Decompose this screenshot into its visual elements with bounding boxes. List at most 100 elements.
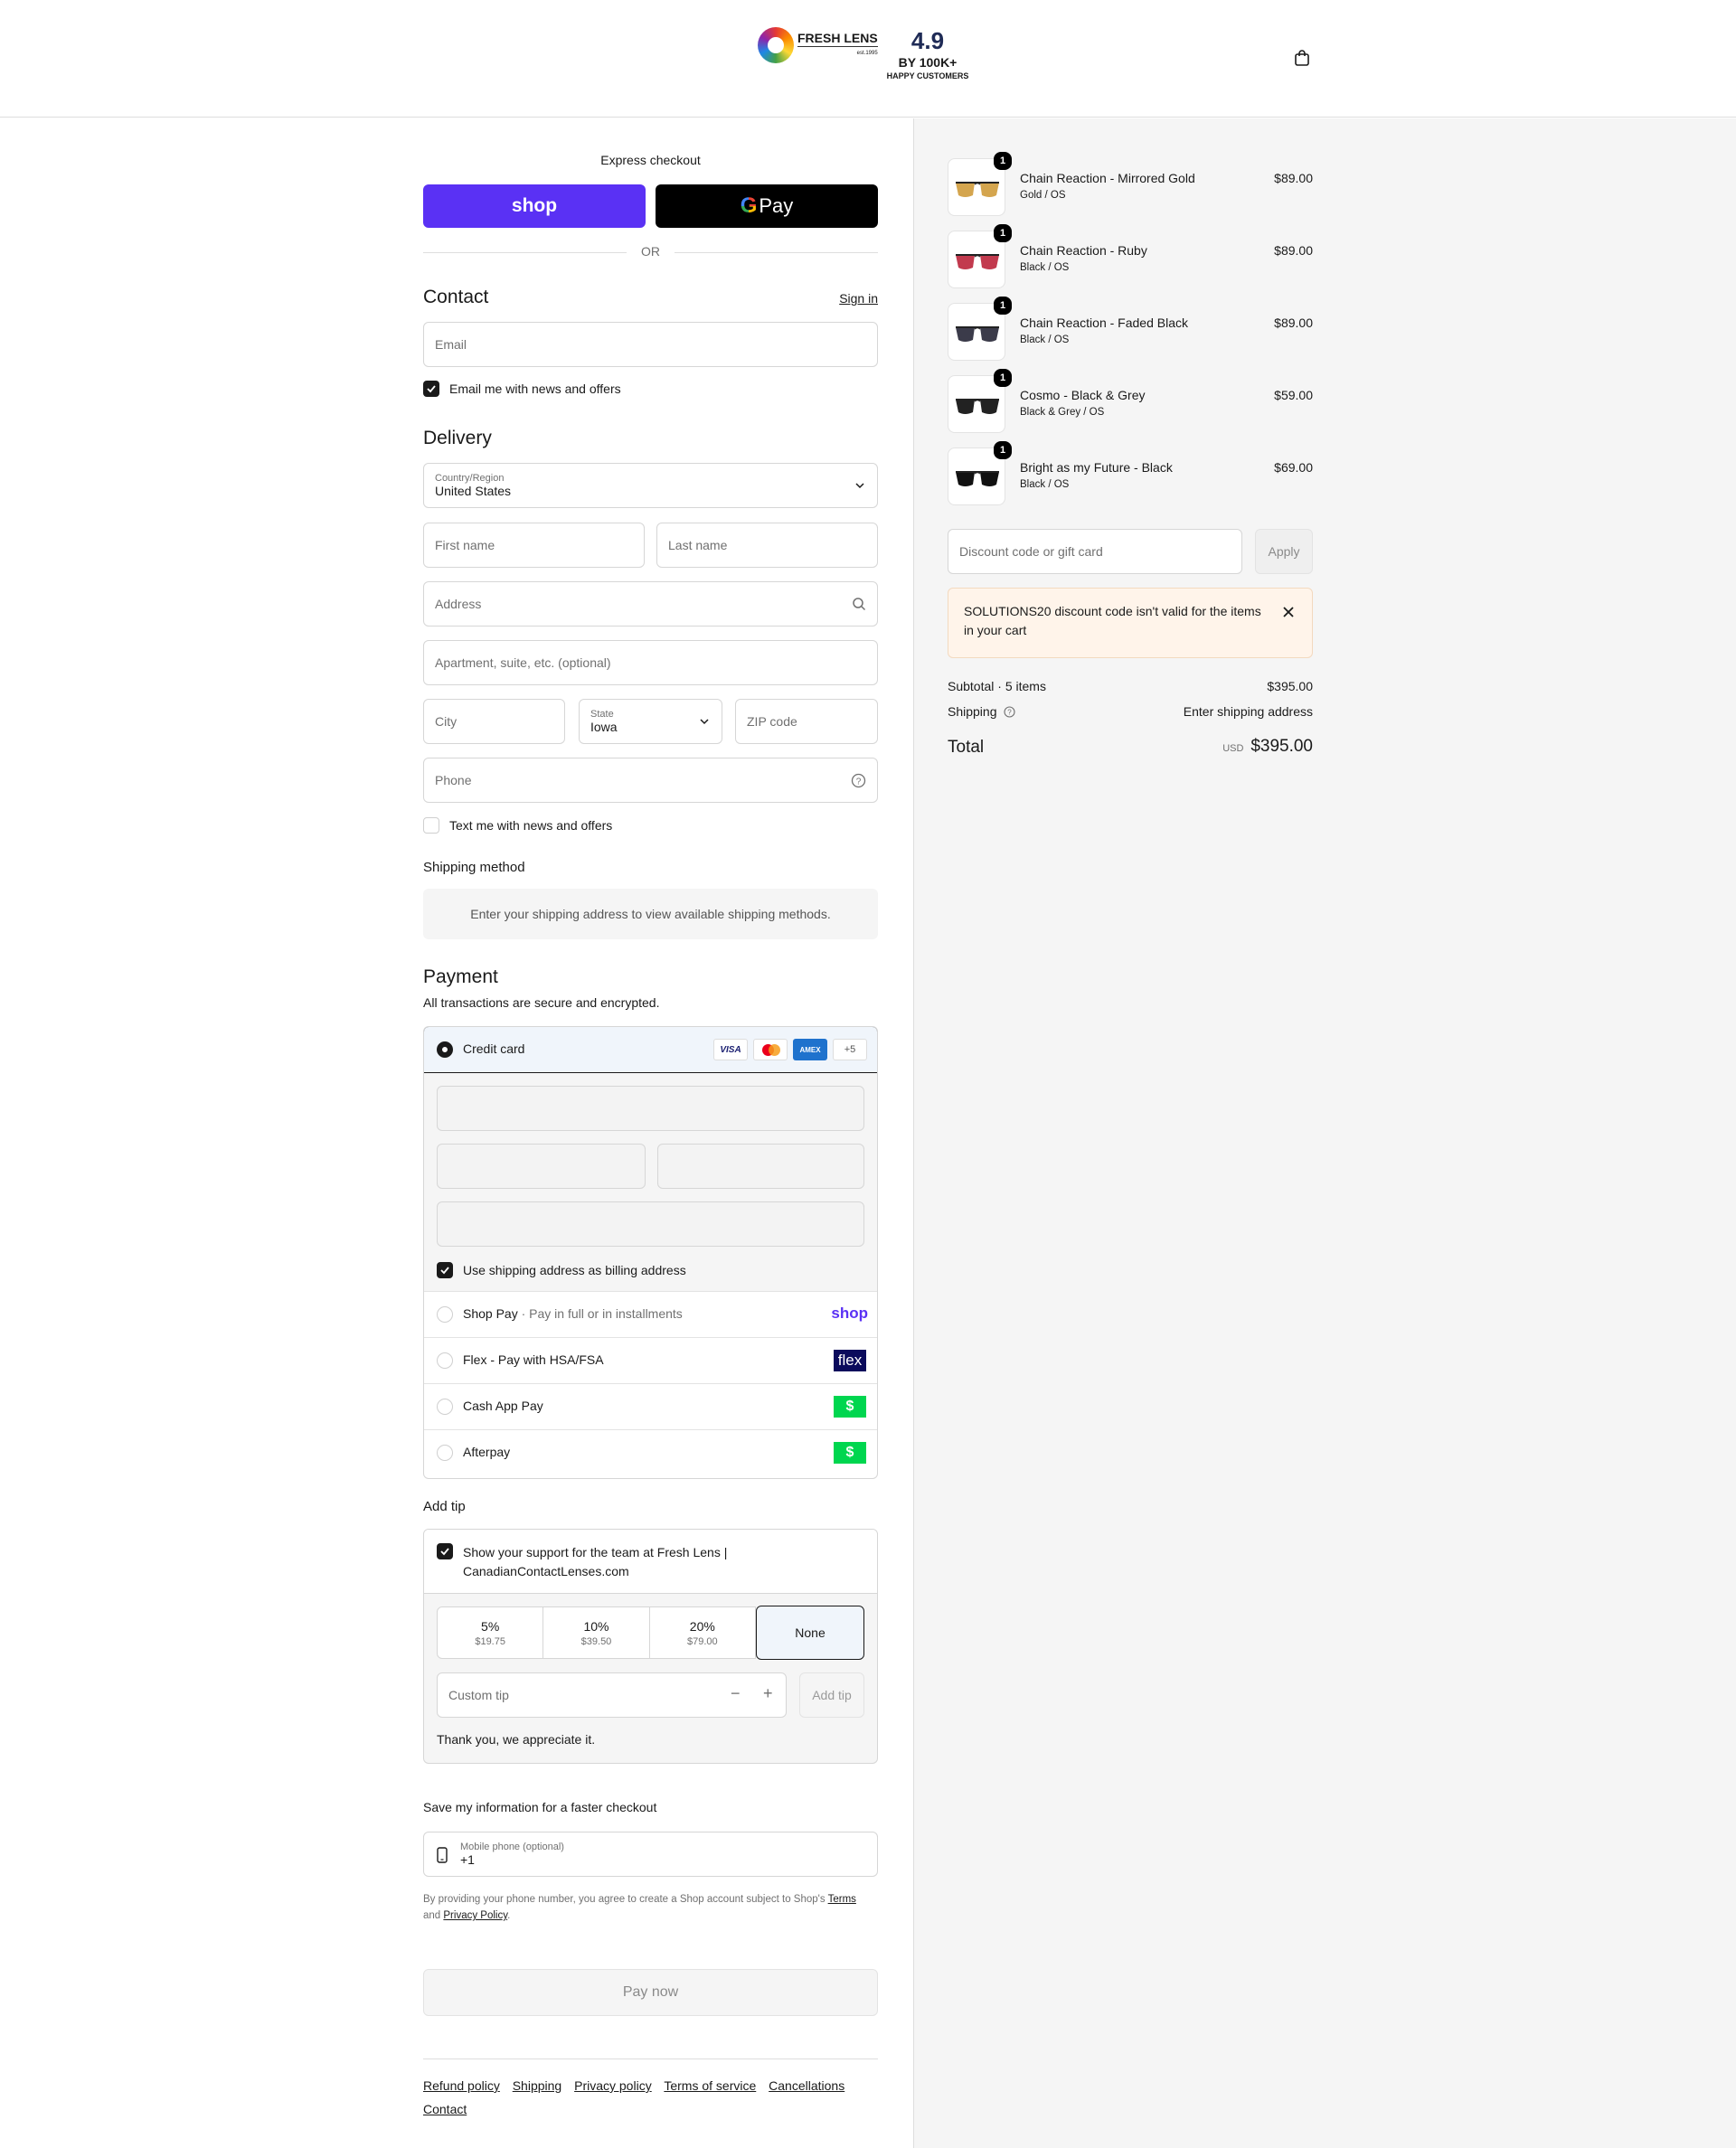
tip-option-5[interactable]: 5% $19.75 <box>438 1607 544 1658</box>
pay-now-button[interactable]: Pay now <box>423 1969 878 2016</box>
cash-app-option-label: Cash App Pay <box>463 1399 543 1413</box>
tip-support-checkbox[interactable] <box>437 1543 453 1559</box>
quantity-badge: 1 <box>994 369 1012 387</box>
subtotal-value: $395.00 <box>1267 679 1313 693</box>
sunglasses-icon <box>956 254 999 269</box>
close-icon[interactable] <box>1282 606 1295 618</box>
product-price: $89.00 <box>1274 316 1313 330</box>
tip-option-10[interactable]: 10% $39.50 <box>543 1607 650 1658</box>
cash-app-radio[interactable] <box>437 1399 453 1415</box>
credit-card-option[interactable]: Credit card VISA AMEX +5 <box>424 1027 877 1073</box>
product-price: $69.00 <box>1274 460 1313 475</box>
apartment-field[interactable]: Apartment, suite, etc. (optional) <box>423 640 878 685</box>
zip-field[interactable]: ZIP code <box>735 699 878 744</box>
credit-card-radio[interactable] <box>437 1041 453 1058</box>
sunglasses-icon <box>956 326 999 342</box>
mobile-phone-icon <box>437 1847 448 1863</box>
visa-icon: VISA <box>713 1039 748 1060</box>
cash-app-option[interactable]: Cash App Pay $ <box>424 1383 877 1429</box>
increment-button[interactable]: + <box>763 1684 773 1703</box>
mobile-phone-label: Mobile phone (optional) <box>460 1842 564 1852</box>
email-field[interactable]: Email <box>423 322 878 367</box>
google-pay-button[interactable]: G Pay <box>656 184 878 228</box>
add-tip-button[interactable]: Add tip <box>799 1672 864 1718</box>
billing-same-label: Use shipping address as billing address <box>463 1263 686 1277</box>
delivery-heading: Delivery <box>423 428 492 448</box>
email-news-checkbox[interactable] <box>423 381 439 397</box>
product-thumbnail: 1 <box>948 297 1012 361</box>
country-select[interactable]: Country/Region United States <box>423 463 878 508</box>
help-icon[interactable]: ? <box>1004 706 1015 718</box>
sign-in-link[interactable]: Sign in <box>839 291 878 306</box>
tip-option-none[interactable]: None <box>756 1606 864 1660</box>
afterpay-radio[interactable] <box>437 1445 453 1461</box>
flex-option[interactable]: Flex - Pay with HSA/FSA flex <box>424 1337 877 1383</box>
text-offers-label: Text me with news and offers <box>449 818 613 833</box>
payment-heading: Payment <box>423 966 498 987</box>
terms-of-service-link[interactable]: Terms of service <box>664 2078 756 2093</box>
name-on-card-field[interactable] <box>437 1201 864 1247</box>
shop-pay-option[interactable]: Shop Pay · Pay in full or in installment… <box>424 1291 877 1337</box>
shop-pay-button[interactable]: shop <box>423 184 646 228</box>
discount-field[interactable]: Discount code or gift card <box>948 529 1242 574</box>
tip-support-line1: Show your support for the team at Fresh … <box>463 1545 728 1559</box>
terms-link[interactable]: Terms <box>828 1894 856 1905</box>
google-g-icon: G <box>740 193 758 218</box>
contact-heading: Contact <box>423 287 489 307</box>
privacy-policy-link[interactable]: Privacy policy <box>574 2078 652 2093</box>
phone-placeholder: Phone <box>435 773 472 787</box>
svg-text:?: ? <box>1008 709 1013 717</box>
sunglasses-icon <box>956 399 999 414</box>
expiration-field[interactable] <box>437 1144 646 1189</box>
apply-button[interactable]: Apply <box>1255 529 1313 574</box>
shipping-link[interactable]: Shipping <box>513 2078 562 2093</box>
payment-subtitle: All transactions are secure and encrypte… <box>423 995 660 1010</box>
mobile-phone-value: +1 <box>460 1852 475 1867</box>
flex-option-label: Flex - Pay with HSA/FSA <box>463 1352 604 1367</box>
last-name-field[interactable]: Last name <box>656 523 878 568</box>
total-value: $395.00 <box>1250 737 1313 756</box>
shop-pay-radio[interactable] <box>437 1306 453 1323</box>
text-offers-checkbox[interactable] <box>423 817 439 834</box>
custom-tip-field[interactable]: Custom tip − + <box>437 1672 787 1718</box>
city-field[interactable]: City <box>423 699 565 744</box>
tip-options: 5% $19.75 10% $39.50 20% $79.00 <box>437 1606 756 1659</box>
decrement-button[interactable]: − <box>731 1684 741 1703</box>
check-icon <box>427 385 436 393</box>
discount-placeholder: Discount code or gift card <box>959 544 1103 559</box>
line-item: 1 Bright as my Future - Black Black / OS… <box>948 441 1313 505</box>
flex-radio[interactable] <box>437 1352 453 1369</box>
currency-code: USD <box>1222 743 1244 754</box>
privacy-link[interactable]: Privacy Policy <box>443 1910 507 1921</box>
address-field[interactable]: Address <box>423 581 878 626</box>
line-item: 1 Chain Reaction - Faded Black Black / O… <box>948 297 1313 361</box>
city-placeholder: City <box>435 714 458 729</box>
shop-pay-option-sub: Pay in full or in installments <box>529 1306 683 1321</box>
product-name: Bright as my Future - Black <box>1020 460 1173 475</box>
rating-badge: 4.9 BY 100K+ HAPPY CUSTOMERS <box>882 27 973 81</box>
tip-option-20[interactable]: 20% $79.00 <box>650 1607 755 1658</box>
help-icon[interactable]: ? <box>851 773 866 788</box>
security-code-field[interactable] <box>657 1144 864 1189</box>
svg-text:?: ? <box>856 777 862 787</box>
rating-caption: HAPPY CUSTOMERS <box>886 71 969 80</box>
cancellations-link[interactable]: Cancellations <box>769 2078 844 2093</box>
shipping-label: Shipping <box>948 704 997 719</box>
site-header: FRESH LENS est.1995 4.9 BY 100K+ HAPPY C… <box>0 0 1736 118</box>
brand-logo[interactable]: FRESH LENS est.1995 <box>758 27 878 63</box>
tip-thanks: Thank you, we appreciate it. <box>437 1732 596 1747</box>
quantity-badge: 1 <box>994 297 1012 315</box>
mobile-phone-field[interactable]: Mobile phone (optional) +1 <box>423 1832 878 1877</box>
first-name-field[interactable]: First name <box>423 523 645 568</box>
shopping-bag-icon[interactable] <box>1293 49 1311 67</box>
sunglasses-icon <box>956 471 999 486</box>
phone-field[interactable]: Phone ? <box>423 758 878 803</box>
card-number-field[interactable] <box>437 1086 864 1131</box>
afterpay-option[interactable]: Afterpay $ <box>424 1429 877 1475</box>
state-select[interactable]: State Iowa <box>579 699 722 744</box>
shipping-value: Enter shipping address <box>1183 704 1313 719</box>
billing-same-checkbox[interactable] <box>437 1262 453 1278</box>
card-fields-panel: Use shipping address as billing address <box>424 1073 877 1291</box>
contact-link[interactable]: Contact <box>423 2102 467 2116</box>
refund-policy-link[interactable]: Refund policy <box>423 2078 500 2093</box>
